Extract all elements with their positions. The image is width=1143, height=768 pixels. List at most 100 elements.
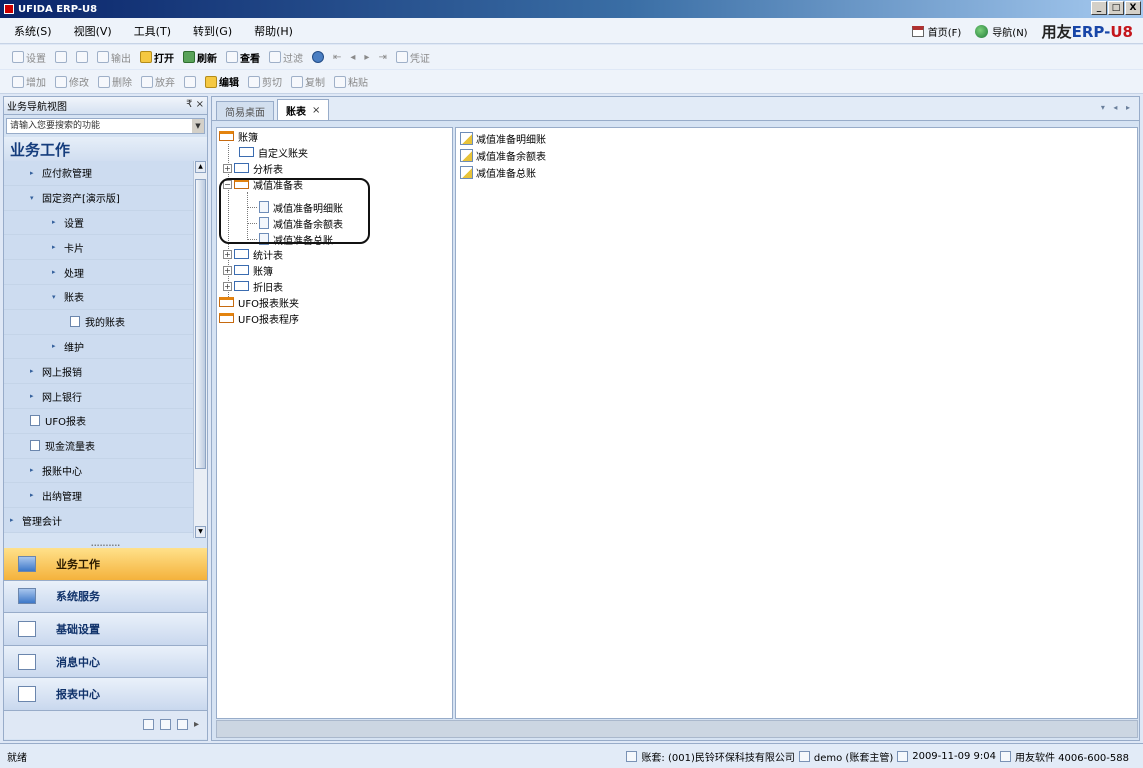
tree-node-depreciation[interactable]: + 折旧表 <box>223 278 283 294</box>
prev-button[interactable]: ◂ <box>350 52 355 63</box>
paste-button[interactable]: 粘贴 <box>334 74 368 89</box>
menu-goto[interactable]: 转到(G) <box>193 23 232 39</box>
tree-node-ufo-folder[interactable]: UFO报表账夹 <box>219 294 299 310</box>
tree-node-root[interactable]: 账簿 <box>219 128 258 144</box>
menu-system[interactable]: 系统(S) <box>14 23 52 39</box>
modify-button[interactable]: 修改 <box>55 74 89 89</box>
setup-button[interactable]: 设置 <box>12 50 46 65</box>
cut-button[interactable]: 剪切 <box>248 74 282 89</box>
menu-bar: 系统(S) 视图(V) 工具(T) 转到(G) 帮助(H) 首页(F) 导航(N… <box>0 18 1143 44</box>
nav-item[interactable]: ▸ 管理会计 <box>4 508 193 533</box>
edit-button[interactable]: 编辑 <box>205 74 239 89</box>
refresh-button[interactable]: 刷新 <box>183 50 217 65</box>
nav-item[interactable]: ▸ 应付款管理 <box>4 161 193 186</box>
nav-item[interactable]: ▾ 固定资产[演示版] <box>4 185 193 211</box>
save-button[interactable] <box>184 75 196 88</box>
scroll-up-icon[interactable]: ▲ <box>195 161 206 173</box>
home-link[interactable]: 首页(F) <box>911 24 961 39</box>
pin-close-icon[interactable]: ₹ × <box>186 99 204 110</box>
refresh-label: 刷新 <box>197 53 217 65</box>
collapsed-arrow-icon: ▸ <box>52 342 56 351</box>
footer-icon-1[interactable] <box>142 719 154 731</box>
filter-button[interactable]: 过滤 <box>269 50 303 65</box>
nav-footer: ▸ <box>4 710 207 739</box>
report-item-balance[interactable]: 减值准备余额表 <box>460 147 546 163</box>
nav-scrollbar[interactable]: ▲ ▼ <box>193 161 207 538</box>
nav-item[interactable]: ▾ 账表 <box>4 284 193 310</box>
tab-ledgers[interactable]: 账表 × <box>277 99 330 120</box>
nav-item[interactable]: 现金流量表 <box>4 433 193 459</box>
first-button[interactable]: ⇤ <box>333 52 341 63</box>
export-button[interactable]: 输出 <box>97 50 131 65</box>
nav-item[interactable]: ▸ 网上银行 <box>4 384 193 409</box>
globe-icon <box>975 25 989 38</box>
tree-node-analysis[interactable]: + 分析表 <box>223 160 283 176</box>
print-button[interactable] <box>55 51 67 63</box>
scroll-thumb[interactable] <box>195 179 206 469</box>
discard-button[interactable]: 放弃 <box>141 74 175 89</box>
footer-icon-2[interactable] <box>159 719 171 731</box>
preview-button[interactable] <box>76 51 88 63</box>
nav-item-label: 网上银行 <box>42 392 82 404</box>
nav-item[interactable]: ▸ 报账中心 <box>4 458 193 484</box>
menu-tools[interactable]: 工具(T) <box>134 23 171 39</box>
footer-more-icon[interactable]: ▸ <box>194 719 199 730</box>
menu-view[interactable]: 视图(V) <box>74 23 112 39</box>
nav-btn-report[interactable]: 报表中心 <box>4 678 207 711</box>
copy-button[interactable]: 复制 <box>291 74 325 89</box>
nav-btn-basic[interactable]: 基础设置 <box>4 613 207 646</box>
close-button[interactable]: X <box>1125 1 1141 15</box>
toolbar-secondary: 增加 修改 删除 放弃 编辑 剪切 复制 粘贴 <box>0 70 1143 94</box>
nav-item[interactable]: ▸ 处理 <box>4 260 193 285</box>
horizontal-scrollbar[interactable] <box>216 720 1138 738</box>
footer-icon-3[interactable] <box>176 719 188 731</box>
navigate-link[interactable]: 导航(N) <box>975 24 1028 39</box>
tab-simple-desktop[interactable]: 简易桌面 <box>216 101 274 120</box>
tree-node-ufo-program[interactable]: UFO报表程序 <box>219 310 299 326</box>
delete-button[interactable]: 删除 <box>98 74 132 89</box>
nav-item[interactable]: ▸ 维护 <box>4 334 193 360</box>
report-item-detail[interactable]: 减值准备明细账 <box>460 130 546 146</box>
nav-item[interactable]: 我的账表 <box>4 309 193 335</box>
tree-node-custom[interactable]: 自定义账夹 <box>239 144 308 160</box>
nav-btn-business[interactable]: 业务工作 <box>4 548 207 581</box>
voucher-icon <box>395 51 408 63</box>
tree-node-label: 账簿 <box>253 266 273 278</box>
add-button[interactable]: 增加 <box>12 74 46 89</box>
expand-icon[interactable]: + <box>223 281 232 291</box>
expand-icon[interactable]: + <box>223 265 232 275</box>
nav-item-label: 固定资产[演示版] <box>42 194 120 206</box>
nav-item[interactable]: ▸ 卡片 <box>4 235 193 261</box>
nav-btn-basic-label: 基础设置 <box>56 622 100 636</box>
expand-icon[interactable]: + <box>223 163 232 173</box>
nav-item[interactable]: ▸ 网上报销 <box>4 359 193 385</box>
voucher-button[interactable]: 凭证 <box>395 50 430 65</box>
expand-icon[interactable]: + <box>223 249 232 259</box>
help-button[interactable] <box>312 51 324 63</box>
tree-node-ledger[interactable]: + 账簿 <box>223 262 273 278</box>
nav-btn-message[interactable]: 消息中心 <box>4 645 207 679</box>
tree-node-stats[interactable]: + 统计表 <box>223 246 283 262</box>
tab-close-icon[interactable]: × <box>312 105 320 116</box>
minimize-button[interactable]: _ <box>1091 1 1107 15</box>
tab-nav-arrows[interactable]: ▾ ◂ ▸ <box>1101 103 1133 112</box>
maximize-button[interactable]: □ <box>1108 1 1124 15</box>
next-button[interactable]: ▸ <box>364 52 369 63</box>
menu-right-group: 首页(F) 导航(N) 用友ERP-U8 <box>911 21 1133 42</box>
view-button[interactable]: 查看 <box>226 50 260 65</box>
open-button[interactable]: 打开 <box>140 50 174 65</box>
function-search-input[interactable]: 请输入您要搜索的功能 ▼ <box>6 118 205 134</box>
nav-item[interactable]: ▸ 设置 <box>4 210 193 236</box>
menu-help[interactable]: 帮助(H) <box>254 23 293 39</box>
folder-icon <box>239 147 254 157</box>
chevron-down-icon[interactable]: ▼ <box>192 119 204 133</box>
report-item-ledger[interactable]: 减值准备总账 <box>460 164 536 180</box>
nav-item[interactable]: ▸ 出纳管理 <box>4 483 193 509</box>
scroll-down-icon[interactable]: ▼ <box>195 526 206 538</box>
last-button[interactable]: ⇥ <box>378 52 386 63</box>
nav-btn-system[interactable]: 系统服务 <box>4 580 207 614</box>
tree-node-label: UFO报表账夹 <box>238 298 299 310</box>
nav-item[interactable]: UFO报表 <box>4 408 193 434</box>
brand-main: 用友 <box>1041 23 1072 41</box>
expanded-arrow-icon: ▾ <box>52 292 56 301</box>
